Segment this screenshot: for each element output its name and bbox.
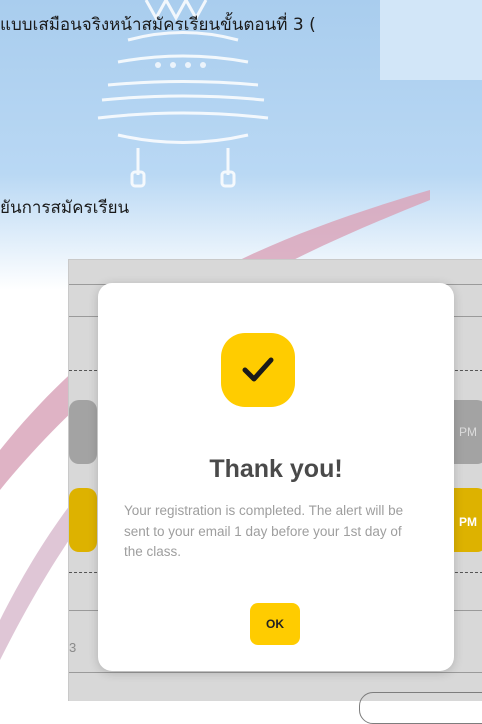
thank-you-modal: Thank you! Your registration is complete… [98, 283, 454, 671]
outline-button[interactable] [359, 692, 482, 724]
ok-button[interactable]: OK [250, 603, 300, 645]
modal-title: Thank you! [209, 455, 343, 483]
time-slot-left-selected[interactable] [69, 488, 97, 552]
modal-message: Your registration is completed. The aler… [124, 503, 404, 559]
divider [69, 672, 482, 673]
time-slot-right-gray-label: PM [459, 425, 477, 439]
step-number: 3 [69, 640, 77, 655]
document-text-line-2: ยันการสมัครเรียน [0, 198, 130, 218]
checkmark-icon [242, 357, 274, 382]
background-panel [380, 0, 482, 80]
time-slot-right-selected-label: PM [459, 515, 477, 529]
time-slot-left-gray[interactable] [69, 400, 97, 464]
document-text-line-1: แบบเสมือนจริงหน้าสมัครเรียนขั้นตอนที่ 3 … [0, 15, 316, 35]
success-badge [221, 333, 295, 407]
